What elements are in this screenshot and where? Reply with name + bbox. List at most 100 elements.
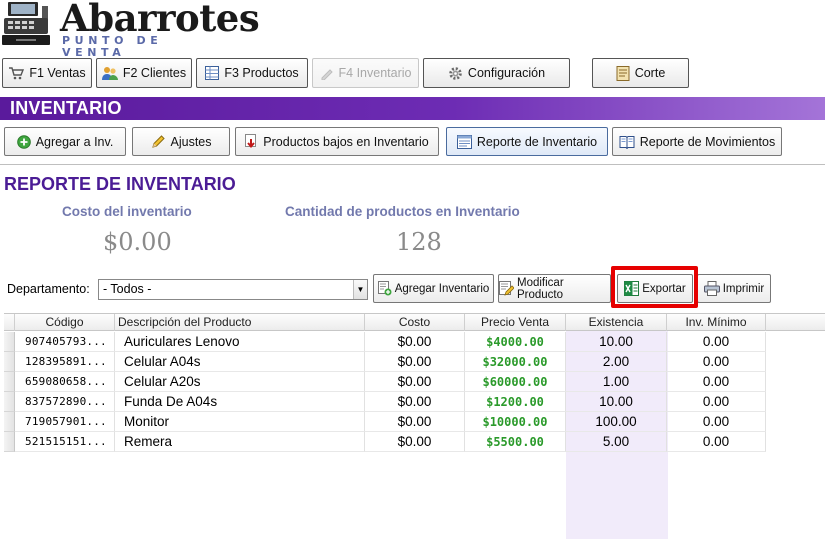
cell-codigo: 521515151...: [15, 432, 115, 452]
table-row[interactable]: 907405793... Auriculares Lenovo $0.00 $4000…: [4, 332, 766, 352]
cell-costo: $0.00: [365, 412, 465, 432]
imprimir-button[interactable]: Imprimir: [697, 274, 771, 303]
app-logo: Abarrotes PUNTO DE VENTA: [0, 0, 260, 59]
cell-descripcion: Celular A04s: [115, 352, 365, 372]
department-selected-value: - Todos -: [103, 282, 152, 296]
cell-precio-venta: $32000.00: [465, 352, 566, 372]
table-row[interactable]: 521515151... Remera $0.00 $5500.00 5.00 0.00: [4, 432, 766, 452]
ajustes-button[interactable]: Ajustes: [132, 127, 230, 156]
table-row[interactable]: 659080658... Celular A20s $0.00 $60000.00 1.…: [4, 372, 766, 392]
cell-precio-venta: $10000.00: [465, 412, 566, 432]
productos-bajos-button[interactable]: Productos bajos en Inventario: [235, 127, 439, 156]
cell-codigo: 659080658...: [15, 372, 115, 392]
cell-precio-venta: $5500.00: [465, 432, 566, 452]
cell-precio-venta: $1200.00: [465, 392, 566, 412]
agregar-inventario-button[interactable]: Agregar Inventario: [373, 274, 494, 303]
row-selector[interactable]: [4, 412, 15, 432]
reporte-inventario-button[interactable]: Reporte de Inventario: [446, 127, 608, 156]
nav-label: F4 Inventario: [338, 66, 412, 80]
cell-costo: $0.00: [365, 352, 465, 372]
register-icon: [616, 65, 630, 81]
nav-label: F1 Ventas: [29, 66, 86, 80]
chevron-down-icon[interactable]: ▼: [353, 280, 367, 299]
cell-inv-minimo: 0.00: [667, 372, 766, 392]
cell-inv-minimo: 0.00: [667, 332, 766, 352]
table-row[interactable]: 837572890... Funda De A04s $0.00 $1200.00 10…: [4, 392, 766, 412]
column-header-existencia[interactable]: Existencia: [566, 314, 667, 331]
add-inventory-icon: [377, 281, 392, 296]
cell-descripcion: Celular A20s: [115, 372, 365, 392]
book-icon: [619, 135, 635, 149]
cell-inv-minimo: 0.00: [667, 412, 766, 432]
modificar-producto-button[interactable]: Modificar Producto: [498, 274, 611, 303]
inventory-grid: Código Descripción del Producto Costo Pr…: [4, 313, 825, 539]
printer-icon: [703, 281, 720, 296]
column-header-precio-venta[interactable]: Precio Venta: [465, 314, 566, 331]
add-icon: [16, 134, 31, 149]
nav-inventario-button[interactable]: F4 Inventario: [312, 58, 419, 88]
cell-existencia: 2.00: [566, 352, 667, 372]
inventory-icon: [321, 69, 333, 80]
cell-codigo: 837572890...: [15, 392, 115, 412]
subnav-label: Agregar a Inv.: [35, 134, 114, 149]
inventory-cost-value: $0.00: [103, 228, 172, 256]
subnav-label: Ajustes: [170, 134, 212, 149]
subnav-label: Productos bajos en Inventario: [263, 134, 429, 149]
toolbar-button-label: Agregar Inventario: [394, 282, 490, 295]
table-row[interactable]: 128395891... Celular A04s $0.00 $32000.00 2.…: [4, 352, 766, 372]
column-header-descripcion[interactable]: Descripción del Producto: [115, 314, 365, 331]
department-select[interactable]: - Todos - ▼: [98, 279, 368, 300]
cell-existencia: 1.00: [566, 372, 667, 392]
department-label: Departamento:: [7, 282, 90, 296]
export-highlight-box: [611, 266, 698, 308]
inventory-subnav: Agregar a Inv. Ajustes Productos bajos e…: [0, 127, 825, 157]
column-header-codigo[interactable]: Código: [15, 314, 115, 331]
main-nav: F1 Ventas F2 Clientes F3 Productos F4 In…: [0, 58, 825, 90]
nav-corte-button[interactable]: Corte: [592, 58, 689, 88]
cell-existencia: 10.00: [566, 332, 667, 352]
cart-icon: [9, 67, 25, 80]
cell-inv-minimo: 0.00: [667, 392, 766, 412]
cell-descripcion: Funda De A04s: [115, 392, 365, 412]
cell-descripcion: Remera: [115, 432, 365, 452]
cell-existencia: 100.00: [566, 412, 667, 432]
cell-existencia: 10.00: [566, 392, 667, 412]
nav-configuracion-button[interactable]: Configuración: [423, 58, 570, 88]
table-row[interactable]: 719057901... Monitor $0.00 $10000.00 100.00 0…: [4, 412, 766, 432]
subnav-label: Reporte de Movimientos: [639, 134, 776, 149]
nav-ventas-button[interactable]: F1 Ventas: [2, 58, 92, 88]
row-selector[interactable]: [4, 432, 15, 452]
row-selector[interactable]: [4, 332, 15, 352]
cell-precio-venta: $60000.00: [465, 372, 566, 392]
section-header: INVENTARIO: [0, 97, 825, 120]
cell-costo: $0.00: [365, 392, 465, 412]
nav-label: Configuración: [467, 66, 546, 80]
column-header-costo[interactable]: Costo: [365, 314, 465, 331]
cell-inv-minimo: 0.00: [667, 432, 766, 452]
column-header-inv-minimo[interactable]: Inv. Mínimo: [667, 314, 766, 331]
nav-label: F3 Productos: [224, 66, 299, 80]
cell-descripcion: Monitor: [115, 412, 365, 432]
row-selector-header: [4, 314, 15, 331]
toolbar-button-label: Imprimir: [722, 282, 765, 295]
reporte-movimientos-button[interactable]: Reporte de Movimientos: [612, 127, 782, 156]
report-icon: [456, 134, 472, 149]
row-selector[interactable]: [4, 372, 15, 392]
edit-product-icon: [499, 281, 514, 296]
grid-header: Código Descripción del Producto Costo Pr…: [4, 313, 825, 331]
section-title: INVENTARIO: [10, 98, 122, 118]
row-selector[interactable]: [4, 392, 15, 412]
divider: [0, 164, 825, 165]
gear-icon: [449, 66, 462, 80]
cell-costo: $0.00: [365, 372, 465, 392]
nav-label: Corte: [634, 66, 666, 80]
agregar-inv-button[interactable]: Agregar a Inv.: [4, 127, 126, 156]
users-icon: [101, 66, 118, 80]
cell-codigo: 128395891...: [15, 352, 115, 372]
nav-clientes-button[interactable]: F2 Clientes: [96, 58, 192, 88]
row-selector[interactable]: [4, 352, 15, 372]
brand-tagline: PUNTO DE VENTA: [62, 34, 163, 59]
nav-productos-button[interactable]: F3 Productos: [196, 58, 308, 88]
subnav-label: Reporte de Inventario: [476, 134, 598, 149]
inventory-cost-label: Costo del inventario: [62, 204, 192, 219]
